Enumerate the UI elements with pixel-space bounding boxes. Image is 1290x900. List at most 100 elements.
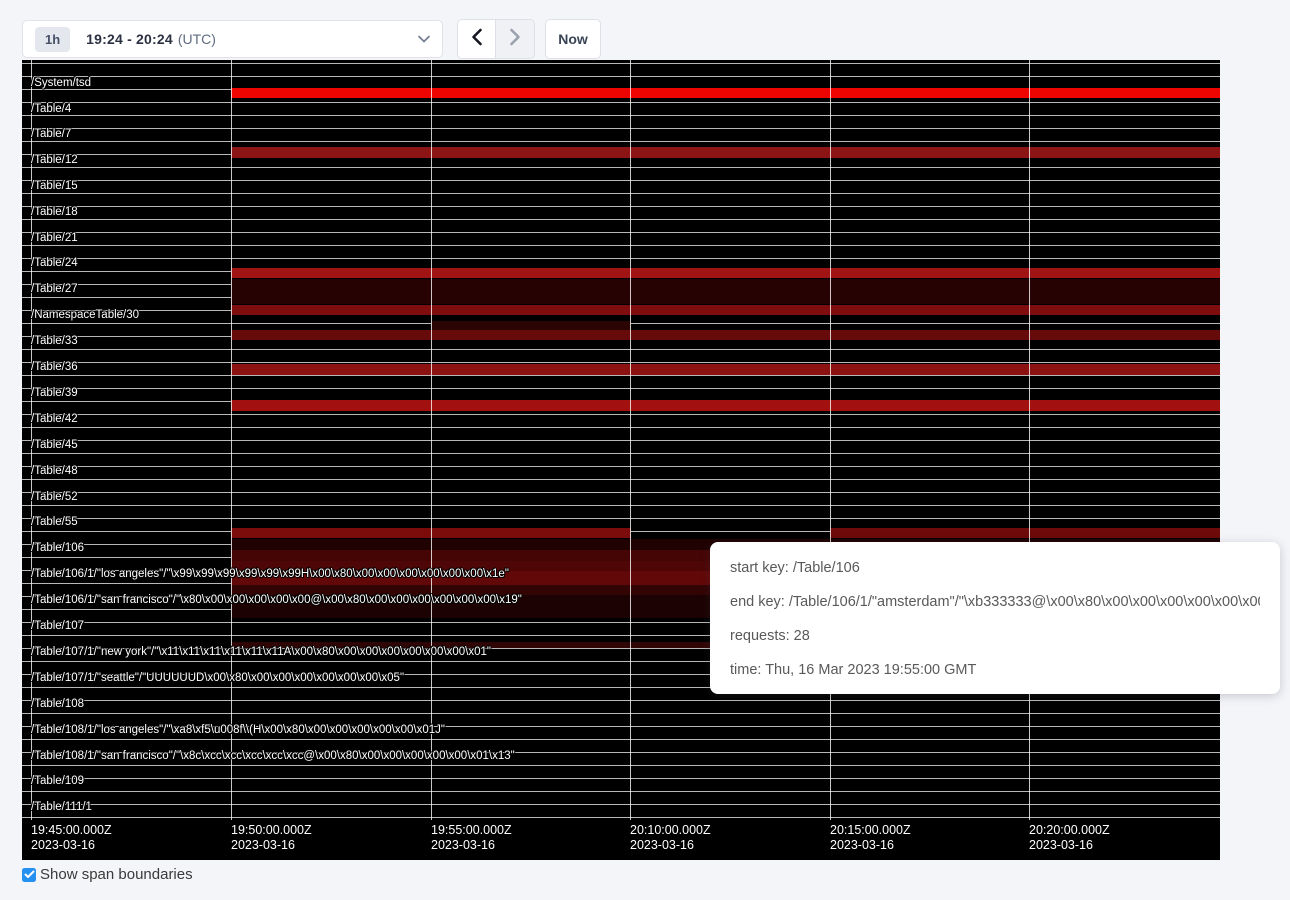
row-key-label: /Table/107 <box>31 618 84 634</box>
row-key-label: /Table/33 <box>31 333 78 349</box>
tick-date: 2023-03-16 <box>1029 838 1110 853</box>
span-boundary-line <box>22 479 1220 480</box>
row-key-label: /Table/106 <box>31 540 84 556</box>
tick-date: 2023-03-16 <box>630 838 711 853</box>
span-tooltip: start key: /Table/106end key: /Table/106… <box>710 542 1280 694</box>
row-key-label: /Table/18 <box>31 204 78 220</box>
time-range-select[interactable]: 1h 19:24 - 20:24 (UTC) <box>22 20 443 58</box>
heat-band <box>231 400 1220 411</box>
time-gridline <box>431 60 432 820</box>
range-timezone: (UTC) <box>178 31 216 47</box>
heat-band <box>231 279 1220 304</box>
footer-controls: Show span boundaries <box>22 866 193 883</box>
tick-time: 20:20:00.000Z <box>1029 823 1110 838</box>
span-boundary-line <box>22 466 1220 467</box>
row-key-label: /Table/24 <box>31 255 78 271</box>
span-boundary-line <box>22 219 1220 220</box>
span-boundary-line <box>22 778 1220 779</box>
span-boundary-line <box>22 765 1220 766</box>
time-gridline <box>630 60 631 820</box>
span-boundary-line <box>22 453 1220 454</box>
time-axis-tick: 19:45:00.000Z2023-03-16 <box>31 823 112 853</box>
span-boundary-line <box>22 115 1220 116</box>
heat-band <box>231 305 1220 315</box>
row-key-label: /Table/108/1/"los angeles"/"\xa8\xf5\u00… <box>31 722 445 738</box>
row-key-label: /Table/52 <box>31 489 78 505</box>
row-key-label: /Table/107/1/"seattle"/"UUUUUUD\x00\x80\… <box>31 670 404 686</box>
time-axis-tick: 20:15:00.000Z2023-03-16 <box>830 823 911 853</box>
span-boundary-line <box>22 141 1220 142</box>
span-boundary-line <box>22 804 1220 805</box>
time-gridline <box>231 60 232 820</box>
chevron-right-icon <box>509 28 521 51</box>
heat-band <box>231 330 1220 340</box>
tick-time: 19:55:00.000Z <box>431 823 512 838</box>
row-key-label: /Table/55 <box>31 514 78 530</box>
show-span-boundaries-checkbox[interactable] <box>22 868 36 882</box>
span-boundary-line <box>22 180 1220 181</box>
row-key-label: /Table/36 <box>31 359 78 375</box>
row-key-label: /Table/42 <box>31 411 78 427</box>
span-boundary-line <box>22 362 1220 363</box>
tick-time: 19:50:00.000Z <box>231 823 312 838</box>
span-boundary-line <box>22 791 1220 792</box>
range-duration-badge: 1h <box>35 27 70 52</box>
key-visualizer-canvas[interactable]: /System/tsd/Table/4/Table/7/Table/12/Tab… <box>22 60 1220 860</box>
tick-time: 19:45:00.000Z <box>31 823 112 838</box>
row-key-label: /Table/45 <box>31 437 78 453</box>
heat-band <box>231 364 1220 375</box>
span-boundary-line <box>22 739 1220 740</box>
time-gridline <box>830 60 831 820</box>
span-boundary-line <box>22 817 1220 818</box>
tick-date: 2023-03-16 <box>31 838 112 853</box>
span-boundary-line <box>22 102 1220 103</box>
row-key-label: /Table/48 <box>31 463 78 479</box>
span-boundary-line <box>22 76 1220 77</box>
time-axis-tick: 19:55:00.000Z2023-03-16 <box>431 823 512 853</box>
span-boundary-line <box>22 193 1220 194</box>
row-key-label: /Table/21 <box>31 230 78 246</box>
range-text: 19:24 - 20:24 <box>86 31 173 47</box>
span-boundary-line <box>22 388 1220 389</box>
checkmark-icon <box>24 870 35 879</box>
time-axis-tick: 20:10:00.000Z2023-03-16 <box>630 823 711 853</box>
span-boundary-line <box>22 167 1220 168</box>
row-key-label: /Table/109 <box>31 773 84 789</box>
show-span-boundaries-label: Show span boundaries <box>40 866 193 883</box>
heat-band <box>431 321 631 330</box>
span-boundary-line <box>22 700 1220 701</box>
row-key-label: /Table/108 <box>31 696 84 712</box>
span-boundary-line <box>22 232 1220 233</box>
span-boundary-line <box>22 128 1220 129</box>
span-boundary-line <box>22 375 1220 376</box>
tick-date: 2023-03-16 <box>431 838 512 853</box>
row-key-label: /Table/111/1 <box>31 799 92 815</box>
tick-time: 20:10:00.000Z <box>630 823 711 838</box>
span-boundary-line <box>22 414 1220 415</box>
row-key-label: /Table/106/1/"san francisco"/"\x80\x00\x… <box>31 592 522 608</box>
span-boundary-line <box>22 206 1220 207</box>
span-boundary-line <box>22 258 1220 259</box>
now-button[interactable]: Now <box>545 19 601 59</box>
tooltip-line: requests: 28 <box>730 619 1260 653</box>
span-boundary-line <box>22 505 1220 506</box>
now-button-label: Now <box>558 31 588 47</box>
tick-date: 2023-03-16 <box>830 838 911 853</box>
row-key-label: /Table/108/1/"san francisco"/"\x8c\xcc\x… <box>31 748 515 764</box>
row-key-label: /Table/106/1/"los angeles"/"\x99\x99\x99… <box>31 566 509 582</box>
heat-band <box>231 268 1220 278</box>
span-boundary-line <box>22 440 1220 441</box>
span-boundary-line <box>22 518 1220 519</box>
span-boundary-line <box>22 63 1220 64</box>
time-nav-group <box>457 19 535 59</box>
row-key-label: /Table/39 <box>31 385 78 401</box>
next-interval-button[interactable] <box>496 19 535 59</box>
time-gridline <box>1029 60 1030 820</box>
row-key-label: /Table/27 <box>31 281 78 297</box>
previous-interval-button[interactable] <box>457 19 496 59</box>
time-axis-tick: 19:50:00.000Z2023-03-16 <box>231 823 312 853</box>
chevron-left-icon <box>471 28 483 51</box>
row-key-label: /System/tsd <box>31 75 91 91</box>
tooltip-line: time: Thu, 16 Mar 2023 19:55:00 GMT <box>730 653 1260 687</box>
toolbar: 1h 19:24 - 20:24 (UTC) Now <box>0 0 1290 60</box>
